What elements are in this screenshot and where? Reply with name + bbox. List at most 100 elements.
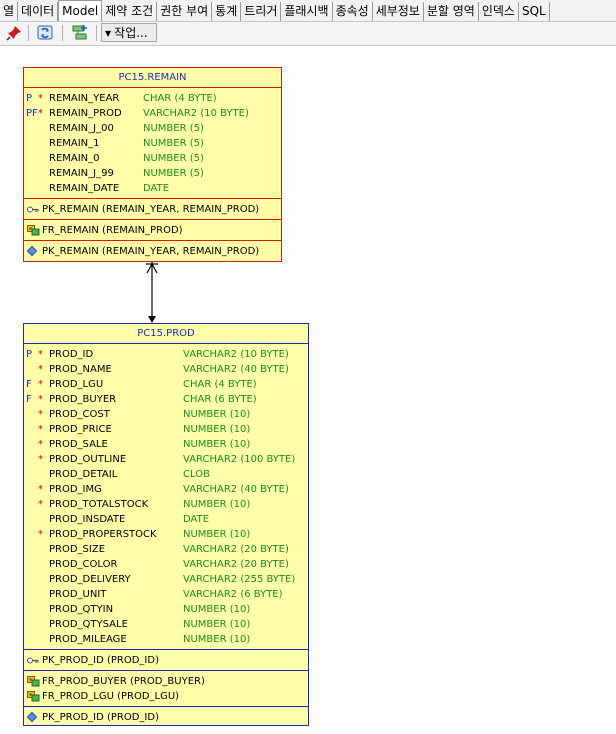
- column-type: CLOB: [183, 469, 210, 480]
- column-type: NUMBER (10): [183, 439, 251, 450]
- column-type: NUMBER (10): [183, 604, 251, 615]
- tab-flashback[interactable]: 플래시백: [281, 2, 333, 21]
- column-row[interactable]: * PROD_OUTLINE VARCHAR2 (100 BYTE): [24, 452, 308, 467]
- required-marker: *: [38, 439, 43, 450]
- model-canvas[interactable]: PC15.REMAIN P * REMAIN_YEAR CHAR (4 BYTE) PF…: [0, 46, 616, 734]
- actions-dropdown-button[interactable]: ▼ 작업...: [101, 23, 157, 42]
- column-type: NUMBER (10): [183, 634, 251, 645]
- tab-columns[interactable]: 열: [0, 2, 19, 21]
- column-row[interactable]: * PROD_IMG VARCHAR2 (40 BYTE): [24, 482, 308, 497]
- key-flag: F: [26, 379, 32, 390]
- column-row[interactable]: F * PROD_BUYER CHAR (6 BYTE): [24, 392, 308, 407]
- toolbar-separator: [28, 25, 29, 41]
- required-marker: *: [38, 529, 43, 540]
- column-row[interactable]: PROD_QTYIN NUMBER (10): [24, 602, 308, 617]
- column-row[interactable]: REMAIN_DATE DATE: [24, 181, 281, 196]
- primary-key-row[interactable]: PK_REMAIN (REMAIN_YEAR, REMAIN_PROD): [24, 202, 281, 217]
- pin-icon[interactable]: [4, 24, 24, 42]
- column-type: NUMBER (10): [183, 424, 251, 435]
- required-marker: *: [38, 454, 43, 465]
- column-name: PROD_COLOR: [49, 559, 118, 570]
- column-row[interactable]: PROD_DETAIL CLOB: [24, 467, 308, 482]
- column-name: PROD_UNIT: [49, 589, 107, 600]
- primary-key-section: PK_PROD_ID (PROD_ID): [24, 649, 308, 670]
- column-type: DATE: [183, 514, 210, 525]
- column-name: PROD_QTYSALE: [49, 619, 128, 630]
- foreign-key-row[interactable]: FR_REMAIN (REMAIN_PROD): [24, 223, 281, 238]
- column-name: REMAIN_YEAR: [49, 93, 120, 104]
- foreign-key-row[interactable]: FR_PROD_BUYER (PROD_BUYER): [24, 674, 308, 689]
- tab-grants[interactable]: 권한 부여: [157, 2, 213, 21]
- column-row[interactable]: REMAIN_1 NUMBER (5): [24, 136, 281, 151]
- column-row[interactable]: REMAIN_0 NUMBER (5): [24, 151, 281, 166]
- column-name: REMAIN_J_00: [49, 123, 114, 134]
- tab-partitions[interactable]: 분할 영역: [424, 2, 479, 21]
- required-marker: *: [38, 424, 43, 435]
- tab-constraints[interactable]: 제약 조건: [102, 2, 158, 21]
- key-flag: P: [26, 93, 33, 104]
- index-row[interactable]: PK_PROD_ID (PROD_ID): [24, 710, 308, 725]
- column-row[interactable]: PROD_UNIT VARCHAR2 (6 BYTE): [24, 587, 308, 602]
- column-row[interactable]: * PROD_PRICE NUMBER (10): [24, 422, 308, 437]
- column-row[interactable]: PF * REMAIN_PROD VARCHAR2 (10 BYTE): [24, 106, 281, 121]
- index-section: PK_PROD_ID (PROD_ID): [24, 706, 308, 727]
- column-type: VARCHAR2 (100 BYTE): [183, 454, 296, 465]
- refresh-icon[interactable]: [36, 24, 56, 42]
- table-remain[interactable]: PC15.REMAIN P * REMAIN_YEAR CHAR (4 BYTE) PF…: [23, 67, 282, 262]
- key-flag: F: [26, 394, 32, 405]
- column-row[interactable]: * PROD_PROPERSTOCK NUMBER (10): [24, 527, 308, 542]
- required-marker: *: [38, 108, 43, 119]
- column-row[interactable]: PROD_MILEAGE NUMBER (10): [24, 632, 308, 647]
- column-row[interactable]: P * REMAIN_YEAR CHAR (4 BYTE): [24, 91, 281, 106]
- required-marker: *: [38, 484, 43, 495]
- column-type: CHAR (6 BYTE): [183, 394, 257, 405]
- column-list: P * PROD_ID VARCHAR2 (10 BYTE) * PROD_NAME VAR…: [24, 344, 308, 649]
- foreign-key-row-label: FR_REMAIN (REMAIN_PROD): [42, 225, 183, 236]
- foreign-key-row[interactable]: FR_PROD_LGU (PROD_LGU): [24, 689, 308, 704]
- column-name: PROD_PROPERSTOCK: [49, 529, 157, 540]
- required-marker: *: [38, 93, 43, 104]
- tab-details[interactable]: 세부정보: [373, 2, 424, 21]
- required-marker: *: [38, 499, 43, 510]
- column-row[interactable]: REMAIN_J_99 NUMBER (5): [24, 166, 281, 181]
- column-row[interactable]: REMAIN_J_00 NUMBER (5): [24, 121, 281, 136]
- required-marker: *: [38, 379, 43, 390]
- layout-icon[interactable]: [70, 24, 90, 42]
- column-name: PROD_LGU: [49, 379, 104, 390]
- column-row[interactable]: * PROD_COST NUMBER (10): [24, 407, 308, 422]
- table-prod[interactable]: PC15.PROD P * PROD_ID VARCHAR2 (10 BYTE) * PR…: [23, 323, 309, 726]
- tab-triggers[interactable]: 트리거: [241, 2, 282, 21]
- column-row[interactable]: P * PROD_ID VARCHAR2 (10 BYTE): [24, 347, 308, 362]
- dropdown-arrow-icon: ▼: [105, 29, 112, 38]
- column-row[interactable]: * PROD_SALE NUMBER (10): [24, 437, 308, 452]
- column-row[interactable]: PROD_SIZE VARCHAR2 (20 BYTE): [24, 542, 308, 557]
- column-name: REMAIN_1: [49, 138, 100, 149]
- column-row[interactable]: PROD_DELIVERY VARCHAR2 (255 BYTE): [24, 572, 308, 587]
- column-row[interactable]: PROD_QTYSALE NUMBER (10): [24, 617, 308, 632]
- column-row[interactable]: PROD_COLOR VARCHAR2 (20 BYTE): [24, 557, 308, 572]
- tab-model[interactable]: Model: [58, 0, 103, 21]
- tab-sql[interactable]: SQL: [519, 2, 550, 21]
- primary-key-section: PK_REMAIN (REMAIN_YEAR, REMAIN_PROD): [24, 198, 281, 219]
- column-name: PROD_TOTALSTOCK: [49, 499, 149, 510]
- column-name: PROD_PRICE: [49, 424, 112, 435]
- column-type: NUMBER (10): [183, 499, 251, 510]
- tab-dependencies[interactable]: 종속성: [333, 2, 373, 21]
- required-marker: *: [38, 394, 43, 405]
- column-name: REMAIN_J_99: [49, 168, 114, 179]
- required-marker: *: [38, 409, 43, 420]
- tab-indexes[interactable]: 인덱스: [479, 2, 519, 21]
- column-row[interactable]: * PROD_TOTALSTOCK NUMBER (10): [24, 497, 308, 512]
- column-row[interactable]: * PROD_NAME VARCHAR2 (40 BYTE): [24, 362, 308, 377]
- foreign-key-icon: [27, 225, 40, 241]
- tab-statistics[interactable]: 통계: [212, 2, 242, 21]
- column-row[interactable]: PROD_INSDATE DATE: [24, 512, 308, 527]
- tab-data[interactable]: 데이터: [18, 2, 59, 21]
- primary-key-row[interactable]: PK_PROD_ID (PROD_ID): [24, 653, 308, 668]
- column-name: PROD_NAME: [49, 364, 112, 375]
- index-row[interactable]: PK_REMAIN (REMAIN_YEAR, REMAIN_PROD): [24, 244, 281, 259]
- column-name: PROD_SALE: [49, 439, 108, 450]
- column-name: PROD_MILEAGE: [49, 634, 127, 645]
- column-row[interactable]: F * PROD_LGU CHAR (4 BYTE): [24, 377, 308, 392]
- column-name: PROD_SIZE: [49, 544, 106, 555]
